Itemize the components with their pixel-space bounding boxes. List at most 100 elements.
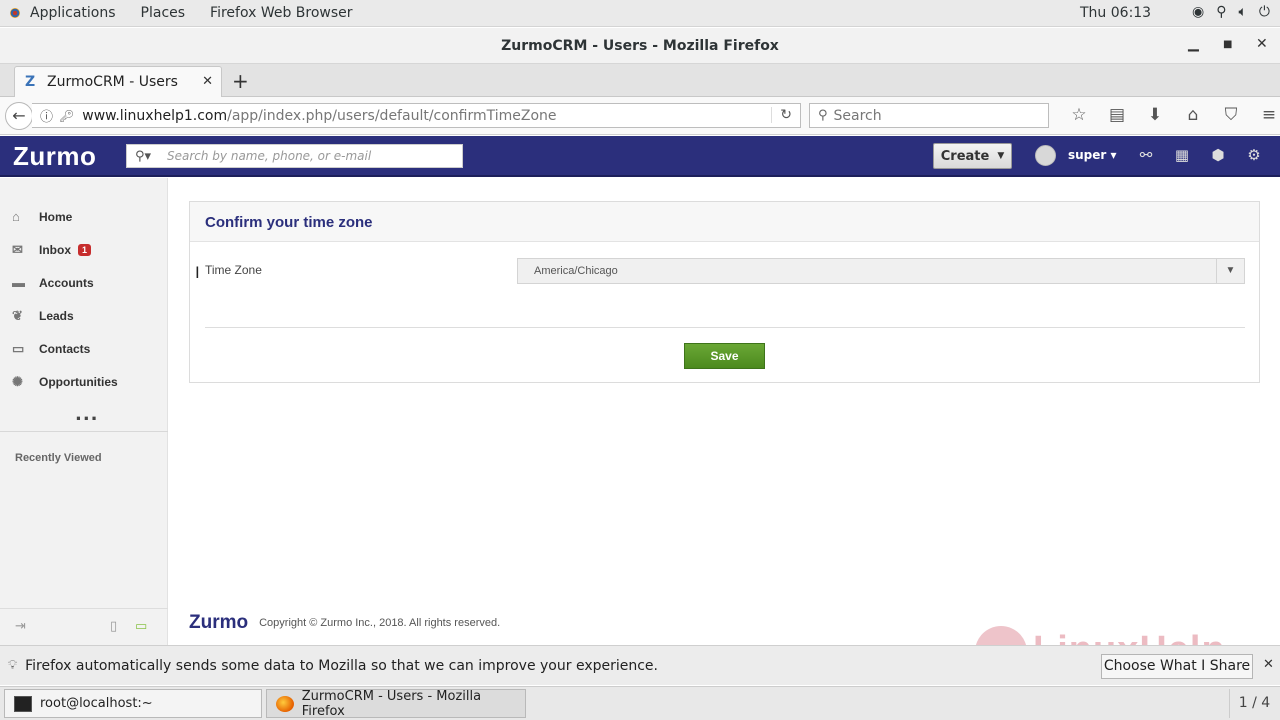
close-window-button[interactable]: ✕ (1256, 36, 1268, 52)
user-menu[interactable]: super ▾ (1068, 148, 1117, 162)
desktop-view-icon[interactable]: ▭ (135, 619, 147, 634)
mobile-view-icon[interactable]: ▯ (110, 619, 117, 634)
sidebar-item-contacts[interactable]: ▭ Contacts (0, 332, 168, 365)
downloads-icon[interactable]: ⬇ (1136, 105, 1174, 125)
volume-icon[interactable]: 🔈︎ (1239, 4, 1247, 20)
save-button[interactable]: Save (684, 343, 765, 369)
window-title-bar: ZurmoCRM - Users - Mozilla Firefox ▁ ■ ✕ (0, 28, 1280, 64)
url-text[interactable]: www.linuxhelp1.com/app/index.php/users/d… (82, 108, 556, 124)
username: super (1068, 148, 1107, 162)
zurmo-favicon-icon: Z (25, 74, 36, 90)
data-notification-bar: 💡︎ Firefox automatically sends some data… (0, 645, 1280, 685)
task-terminal[interactable]: root@localhost:~ (4, 689, 262, 718)
global-search-input[interactable]: ⚲▾ Search by name, phone, or e-mail (126, 144, 463, 168)
firefox-app-menu[interactable]: Firefox Web Browser (210, 5, 353, 21)
window-title: ZurmoCRM - Users - Mozilla Firefox (501, 38, 779, 54)
copyright-text: Copyright © Zurmo Inc., 2018. All rights… (259, 617, 501, 629)
sidebar-item-opportunities[interactable]: ✺ Opportunities (0, 365, 168, 398)
browser-search-input[interactable]: ⚲ Search (809, 103, 1049, 128)
gnome-top-bar: Applications Places Firefox Web Browser … (0, 0, 1280, 27)
timezone-value: America/Chicago (534, 265, 618, 277)
page-footer: Zurmo Copyright © Zurmo Inc., 2018. All … (189, 612, 500, 634)
inbox-badge: 1 (78, 243, 92, 256)
sidebar-item-label: Home (39, 209, 73, 224)
reading-list-icon[interactable]: ▤ (1098, 105, 1136, 125)
choose-what-i-share-button[interactable]: Choose What I Share (1101, 654, 1253, 679)
power-icon[interactable]: ⏻ (1259, 4, 1270, 20)
back-button[interactable]: ← (5, 102, 33, 130)
firefox-icon (276, 695, 294, 712)
caret-down-icon: ▼ (997, 151, 1005, 161)
places-menu[interactable]: Places (141, 5, 186, 21)
bookmark-star-icon[interactable]: ☆ (1060, 105, 1098, 125)
applications-menu[interactable]: Applications (30, 5, 116, 21)
box-icon[interactable]: ⬢ (1200, 146, 1236, 164)
text-cursor-icon: I (195, 263, 200, 282)
game-icon[interactable]: ⚯ (1128, 146, 1164, 164)
zurmo-header: Zurmo ⚲▾ Search by name, phone, or e-mai… (0, 136, 1280, 177)
zurmo-logo[interactable]: Zurmo (13, 141, 96, 172)
close-notification-icon[interactable]: ✕ (1263, 657, 1274, 672)
applications-icon (8, 6, 22, 20)
sidebar: ⌂ Home ✉ Inbox 1 ▬ Accounts ❦ Leads ▭ Co… (0, 178, 168, 645)
sidebar-item-label: Inbox (39, 242, 71, 257)
new-tab-button[interactable]: + (232, 69, 249, 93)
key-icon[interactable]: 🔑︎ (59, 109, 74, 123)
url-path: /app/index.php/users/default/confirmTime… (227, 107, 557, 124)
create-label: Create (940, 148, 990, 164)
more-modules-button[interactable]: ... (75, 404, 99, 425)
pocket-icon[interactable]: ⛉ (1212, 105, 1250, 125)
taskbar: root@localhost:~ ZurmoCRM - Users - Mozi… (0, 686, 1280, 720)
task-terminal-label: root@localhost:~ (40, 696, 153, 711)
site-info-icon[interactable]: ⓘ (40, 106, 53, 125)
sidebar-item-home[interactable]: ⌂ Home (0, 200, 168, 233)
search-icon: ⚲ (818, 108, 828, 123)
clock[interactable]: Thu 06:13 (1080, 5, 1151, 21)
home-icon: ⌂ (12, 209, 20, 224)
tab-label: ZurmoCRM - Users (47, 74, 178, 90)
confirm-timezone-panel: Confirm your time zone I Time Zone Ameri… (189, 201, 1260, 383)
recently-viewed-heading: Recently Viewed (0, 431, 168, 464)
mail-icon: ✉ (12, 241, 23, 257)
tab-strip: Z ZurmoCRM - Users ✕ + (0, 64, 1280, 97)
tab-zurmo-users[interactable]: Z ZurmoCRM - Users ✕ (14, 66, 222, 97)
network-icon[interactable]: ⚲ (1216, 4, 1226, 20)
notification-message: Firefox automatically sends some data to… (25, 657, 658, 674)
search-scope-icon[interactable]: ⚲▾ (127, 149, 167, 164)
sidebar-item-label: Leads (39, 308, 74, 323)
footer-logo[interactable]: Zurmo (189, 612, 248, 634)
task-firefox[interactable]: ZurmoCRM - Users - Mozilla Firefox (266, 688, 526, 719)
minimize-button[interactable]: ▁ (1188, 36, 1199, 52)
contact-card-icon: ▭ (12, 340, 25, 356)
avatar[interactable] (1035, 145, 1056, 166)
workspace-indicator[interactable]: 1 / 4 (1229, 689, 1279, 718)
hamburger-menu-icon[interactable]: ≡ (1250, 105, 1280, 125)
form-divider (205, 327, 1245, 328)
gear-icon[interactable]: ⚙ (1236, 146, 1272, 164)
maximize-button[interactable]: ■ (1223, 39, 1232, 50)
reload-icon[interactable]: ↻ (771, 107, 792, 123)
calendar-icon[interactable]: ▦ (1164, 146, 1200, 164)
url-bar[interactable]: ⓘ 🔑︎ www.linuxhelp1.com/app/index.php/us… (32, 103, 801, 128)
accessibility-icon[interactable]: ◉ (1192, 4, 1204, 20)
close-tab-icon[interactable]: ✕ (202, 74, 213, 89)
create-button[interactable]: Create ▼ (933, 143, 1012, 169)
timezone-label: Time Zone (205, 263, 262, 277)
logout-icon[interactable]: ⇥ (15, 619, 26, 634)
sidebar-item-inbox[interactable]: ✉ Inbox 1 (0, 233, 168, 266)
url-host: www.linuxhelp1.com (82, 107, 228, 124)
terminal-icon (14, 695, 32, 712)
sidebar-item-accounts[interactable]: ▬ Accounts (0, 266, 168, 299)
sidebar-item-leads[interactable]: ❦ Leads (0, 299, 168, 332)
chevron-down-icon[interactable]: ▼ (1216, 259, 1244, 283)
home-icon[interactable]: ⌂ (1174, 105, 1212, 125)
sidebar-footer: ⇥ ▯ ▭ (0, 608, 168, 645)
sidebar-item-label: Accounts (39, 275, 94, 290)
timezone-select[interactable]: America/Chicago ▼ (517, 258, 1245, 284)
folder-icon: ▬ (12, 275, 25, 290)
lightbulb-icon: ✺ (12, 373, 23, 389)
browser-search-placeholder: Search (833, 107, 882, 124)
global-search-placeholder: Search by name, phone, or e-mail (167, 149, 372, 163)
task-firefox-label: ZurmoCRM - Users - Mozilla Firefox (301, 688, 482, 719)
sidebar-item-label: Opportunities (39, 374, 118, 389)
